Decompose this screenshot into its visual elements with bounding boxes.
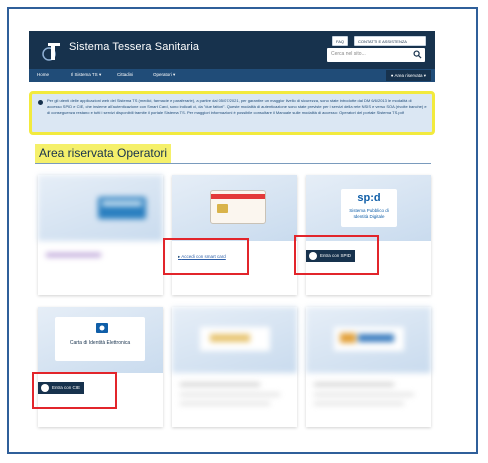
spid-subtitle: Sistema Pubblico di Identità Digitale xyxy=(349,208,389,219)
cie-card-label: Carta di Identità Elettronica xyxy=(69,340,131,346)
card-image xyxy=(306,307,431,373)
search-placeholder: Cerca nel sito... xyxy=(331,51,366,57)
chevron-down-icon: ▾ xyxy=(98,72,102,77)
area-riservata-button[interactable]: ● Area riservata ▾ xyxy=(385,70,431,81)
card-blurred-3 xyxy=(306,307,431,427)
card-blurred-2 xyxy=(172,307,297,427)
spid-logo: sp:d xyxy=(357,192,381,204)
nav-item-sistema-ts[interactable]: Il Sistema TS ▾ xyxy=(71,72,101,78)
site-title: Sistema Tessera Sanitaria xyxy=(69,41,200,53)
title-divider xyxy=(35,163,431,164)
card-image: sp:d Sistema Pubblico di Identità Digita… xyxy=(306,175,431,241)
main-nav: Home Il Sistema TS ▾ Cittadini Operatori… xyxy=(29,69,435,82)
nav-item-cittadini[interactable]: Cittadini xyxy=(117,72,133,77)
faq-label: FAQ xyxy=(336,39,345,44)
blurred-text xyxy=(314,402,404,405)
contact-label: CONTATTI E ASSISTENZA xyxy=(358,39,407,44)
card-image xyxy=(172,307,297,373)
spid-logo-box: sp:d Sistema Pubblico di Identità Digita… xyxy=(341,189,397,227)
card-image xyxy=(38,175,163,241)
nav-item-home[interactable]: Home xyxy=(37,72,49,77)
chevron-down-icon: ▾ xyxy=(423,73,426,78)
card-image xyxy=(172,175,297,241)
card-cie: Carta di Identità Elettronica Entra con … xyxy=(38,307,163,427)
annotation-cie xyxy=(32,372,117,409)
card-smart-card: ▸ Accedi con smart card xyxy=(172,175,297,295)
cie-logo-box: Carta di Identità Elettronica xyxy=(55,317,145,361)
cie-icon xyxy=(96,323,108,333)
blurred-text xyxy=(180,383,260,386)
search-icon[interactable] xyxy=(413,50,422,59)
blurred-text xyxy=(314,393,414,396)
blurred-text xyxy=(314,383,394,386)
chevron-down-icon: ▾ xyxy=(173,72,176,77)
blurred-link xyxy=(46,253,101,257)
card-blurred-1 xyxy=(38,175,163,295)
blurred-text xyxy=(180,402,270,405)
page-title: Area riservata Operatori xyxy=(35,144,172,163)
nav-item-operatori[interactable]: Operatori ▾ xyxy=(153,72,175,78)
faq-button[interactable]: FAQ xyxy=(332,36,349,46)
blurred-text xyxy=(180,393,280,396)
annotation-smartcard xyxy=(163,238,249,275)
notice-text: Per gli utenti delle applicazioni web de… xyxy=(47,98,427,115)
annotation-spid xyxy=(294,235,379,275)
search-input[interactable]: Cerca nel sito... xyxy=(327,48,425,62)
notice-banner: Per gli utenti delle applicazioni web de… xyxy=(29,91,435,135)
smart-card-illustration xyxy=(210,190,266,224)
card-image: Carta di Identità Elettronica xyxy=(38,307,163,373)
logo-icon xyxy=(42,43,60,61)
info-icon xyxy=(38,100,43,105)
contact-button[interactable]: CONTATTI E ASSISTENZA xyxy=(354,36,426,46)
site-header: Sistema Tessera Sanitaria FAQ CONTATTI E… xyxy=(29,31,435,69)
